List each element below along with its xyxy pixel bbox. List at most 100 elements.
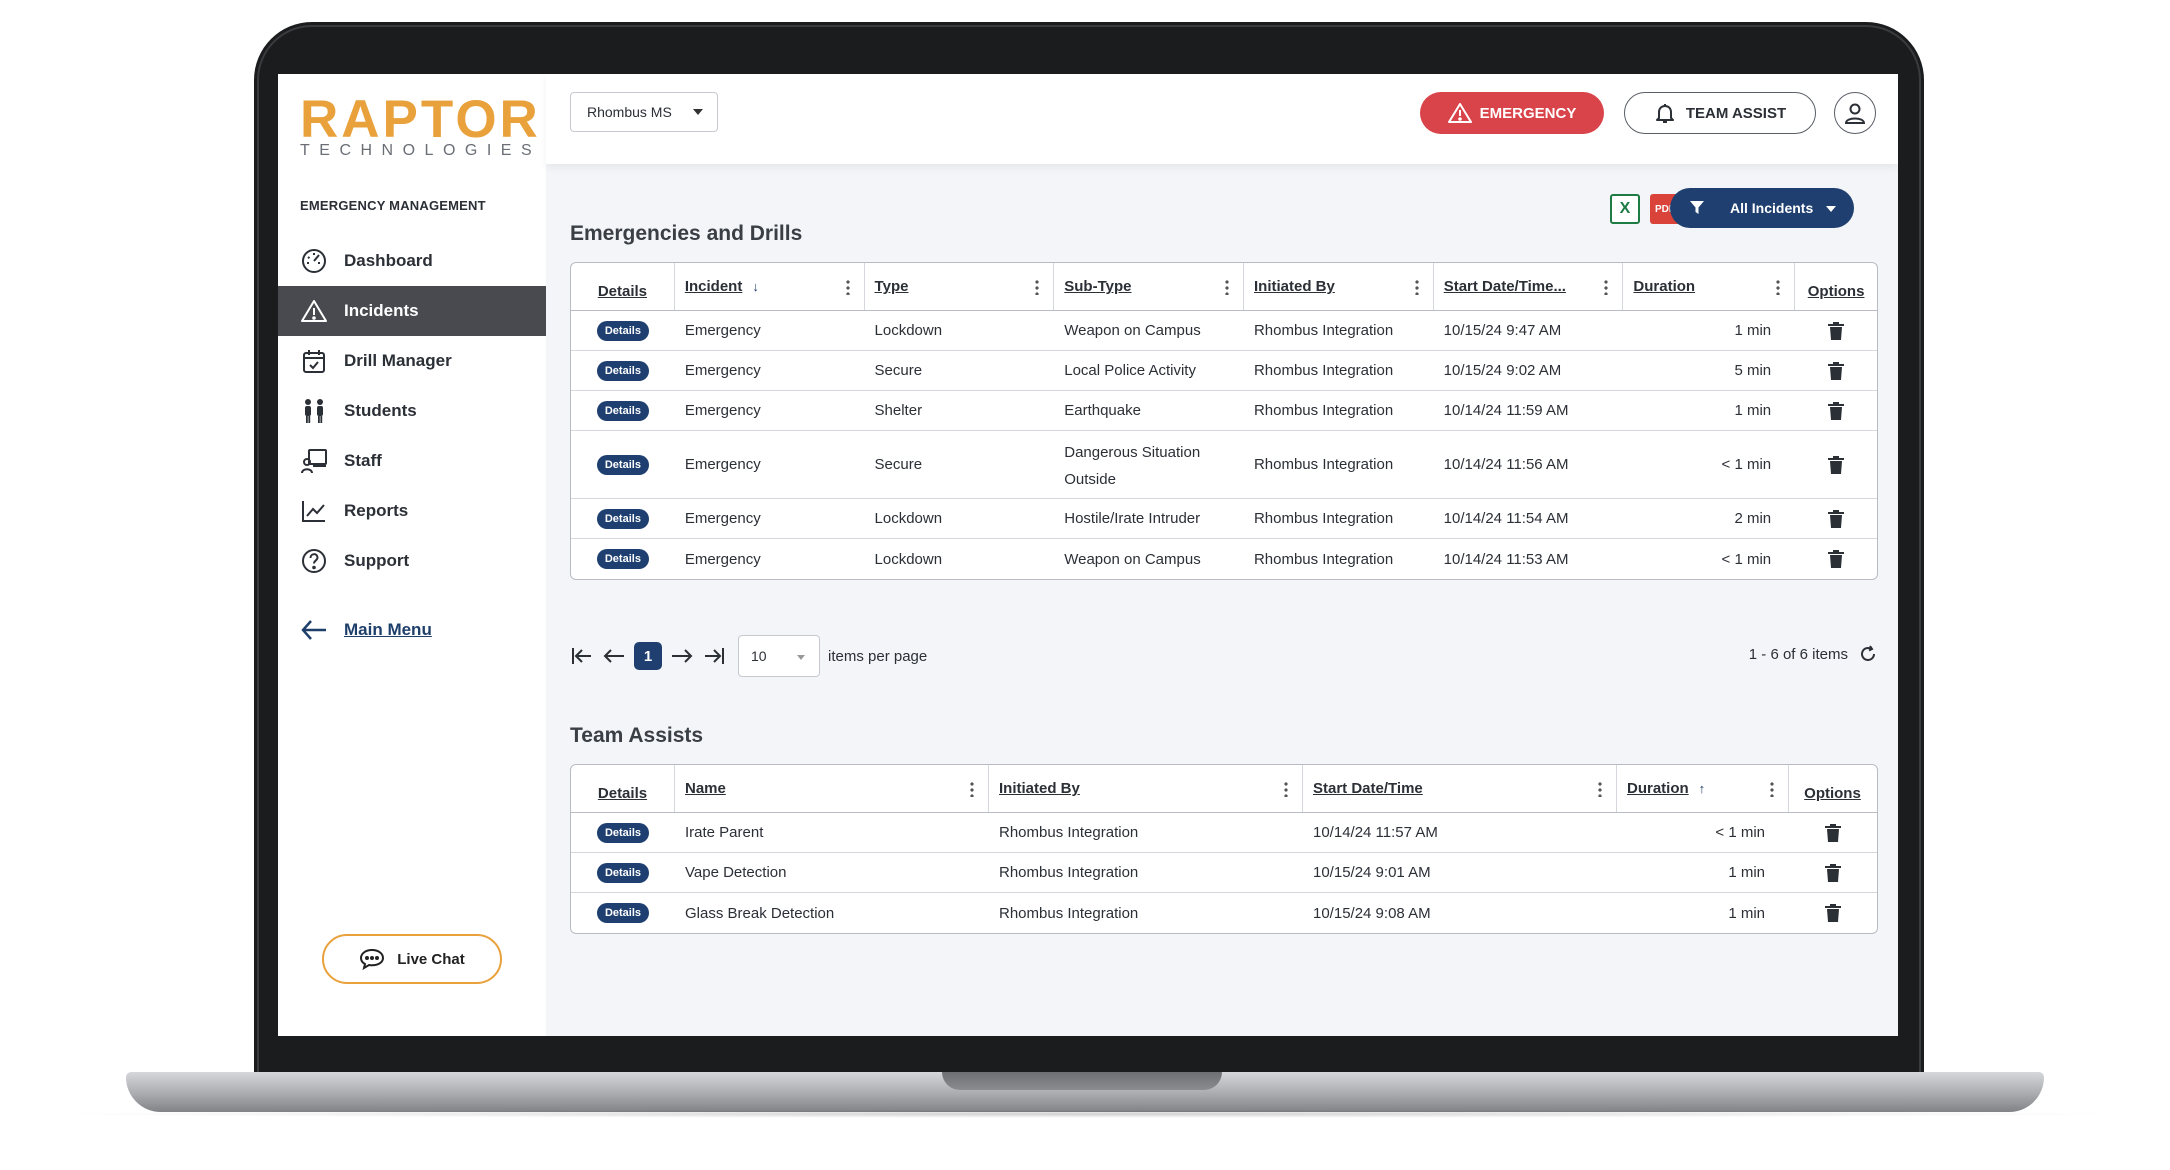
- column-header-subtype[interactable]: Sub-Type: [1054, 263, 1244, 310]
- sidebar-item-dashboard[interactable]: Dashboard: [278, 236, 546, 286]
- last-page-icon[interactable]: [702, 644, 726, 668]
- trash-icon[interactable]: [1824, 823, 1841, 842]
- cell-initiated-by: Rhombus Integration: [1253, 362, 1394, 379]
- items-per-page-value: 10: [751, 648, 767, 664]
- refresh-icon[interactable]: [1858, 644, 1878, 664]
- column-header-initiated-by[interactable]: Initiated By: [989, 765, 1303, 812]
- details-button[interactable]: Details: [596, 508, 649, 529]
- column-menu-icon[interactable]: [1224, 279, 1229, 295]
- sidebar-item-reports[interactable]: Reports: [278, 486, 546, 536]
- column-menu-icon[interactable]: [845, 279, 850, 295]
- cell-start: 10/14/24 11:53 AM: [1443, 550, 1569, 568]
- column-menu-icon[interactable]: [1604, 279, 1609, 295]
- column-menu-icon[interactable]: [1035, 279, 1040, 295]
- column-header-start-date[interactable]: Start Date/Time...: [1434, 263, 1624, 310]
- cell-incident: Emergency: [684, 510, 761, 527]
- details-button[interactable]: Details: [596, 549, 649, 569]
- trash-icon[interactable]: [1828, 455, 1845, 474]
- sidebar-item-support[interactable]: Support: [278, 536, 546, 586]
- incidents-table: Details Incident ↓ Type Sub-Type Initiate…: [570, 262, 1878, 580]
- next-page-icon[interactable]: [670, 644, 694, 668]
- prev-page-icon[interactable]: [602, 644, 626, 668]
- column-header-name[interactable]: Name: [675, 765, 989, 812]
- cell-start: 10/14/24 11:57 AM: [1313, 824, 1438, 841]
- column-header-details[interactable]: Details: [571, 765, 675, 812]
- details-button[interactable]: Details: [597, 862, 649, 883]
- trash-icon[interactable]: [1824, 904, 1841, 922]
- sidebar-item-students[interactable]: Students: [278, 386, 546, 436]
- trash-icon[interactable]: [1824, 863, 1841, 882]
- trash-icon[interactable]: [1828, 321, 1845, 340]
- cell-name: Glass Break Detection: [685, 904, 835, 922]
- table-row: Details Glass Break Detection Rhombus In…: [571, 893, 1877, 933]
- details-button[interactable]: Details: [596, 320, 649, 341]
- cell-type: Secure: [874, 456, 923, 473]
- column-header-initiated-by[interactable]: Initiated By: [1244, 263, 1434, 310]
- help-circle-icon: [302, 549, 326, 573]
- column-header-type[interactable]: Type: [865, 263, 1055, 310]
- trash-icon[interactable]: [1828, 509, 1845, 528]
- cell-duration: 1 min: [1728, 904, 1765, 922]
- column-label: Start Date/Time: [1313, 780, 1423, 797]
- column-label: Initiated By: [999, 780, 1080, 797]
- column-label: Initiated By: [1253, 278, 1335, 295]
- items-per-page-select[interactable]: 10: [738, 635, 820, 677]
- column-header-duration[interactable]: Duration ↑: [1617, 765, 1789, 812]
- raptor-logo[interactable]: RAPTOR TECHNOLOGIES: [300, 92, 541, 160]
- cell-initiated-by: Rhombus Integration: [999, 864, 1139, 881]
- sidebar-item-label: Incidents: [344, 301, 419, 320]
- column-menu-icon[interactable]: [970, 781, 974, 797]
- first-page-icon[interactable]: [570, 644, 594, 668]
- page-number-button[interactable]: 1: [634, 642, 662, 670]
- table-header: Details Incident ↓ Type Sub-Type Initiate…: [571, 263, 1877, 311]
- details-button[interactable]: Details: [597, 903, 649, 923]
- table-row: Details Emergency Lockdown Weapon on Cam…: [571, 311, 1877, 351]
- column-label: Details: [597, 785, 648, 802]
- user-icon: [1844, 103, 1866, 124]
- column-header-duration[interactable]: Duration: [1623, 263, 1796, 310]
- column-menu-icon[interactable]: [1414, 279, 1419, 295]
- emergency-button[interactable]: EMERGENCY: [1420, 92, 1604, 134]
- main-menu-link[interactable]: Main Menu: [300, 618, 432, 642]
- trash-icon[interactable]: [1828, 361, 1845, 380]
- column-menu-icon[interactable]: [1598, 781, 1602, 797]
- live-chat-button[interactable]: Live Chat: [322, 934, 502, 984]
- column-header-details[interactable]: Details: [571, 263, 675, 310]
- column-menu-icon[interactable]: [1770, 781, 1774, 797]
- trash-icon[interactable]: [1828, 401, 1845, 420]
- sidebar-item-label: Students: [344, 401, 417, 420]
- trash-icon[interactable]: [1828, 550, 1845, 568]
- details-button[interactable]: Details: [596, 454, 649, 475]
- all-incidents-filter-button[interactable]: All Incidents: [1670, 188, 1854, 228]
- sidebar-item-label: Support: [344, 551, 410, 570]
- column-label: Type: [874, 278, 909, 295]
- cell-start: 10/15/24 9:47 AM: [1443, 322, 1562, 339]
- excel-export-icon[interactable]: X: [1610, 194, 1640, 224]
- column-header-incident[interactable]: Incident ↓: [675, 263, 865, 310]
- team-assist-button[interactable]: TEAM ASSIST: [1624, 92, 1816, 134]
- sidebar-item-staff[interactable]: Staff: [278, 436, 546, 486]
- cell-initiated-by: Rhombus Integration: [999, 824, 1139, 841]
- school-select[interactable]: Rhombus MS: [570, 92, 718, 132]
- column-header-start-date[interactable]: Start Date/Time: [1303, 765, 1617, 812]
- cell-start: 10/15/24 9:01 AM: [1313, 864, 1431, 881]
- emergency-label: EMERGENCY: [1479, 104, 1577, 122]
- cell-incident: Emergency: [684, 362, 761, 379]
- incidents-heading: Emergencies and Drills: [570, 222, 803, 245]
- column-menu-icon[interactable]: [1776, 279, 1781, 295]
- top-header: Rhombus MS EMERGENCY TEAM ASSIST: [546, 74, 1898, 164]
- sort-down-icon: ↓: [752, 279, 759, 294]
- cell-initiated-by: Rhombus Integration: [1253, 456, 1394, 473]
- column-label: Incident: [684, 278, 743, 295]
- sidebar-item-drill-manager[interactable]: Drill Manager: [278, 336, 546, 386]
- sidebar: RAPTOR TECHNOLOGIES EMERGENCY MANAGEMENT…: [278, 74, 546, 1036]
- column-menu-icon[interactable]: [1284, 781, 1288, 797]
- sidebar-item-incidents[interactable]: Incidents: [278, 286, 546, 336]
- details-button[interactable]: Details: [597, 822, 649, 843]
- details-button[interactable]: Details: [596, 400, 649, 421]
- details-button[interactable]: Details: [596, 360, 649, 381]
- chat-bubble-icon: [360, 948, 385, 970]
- pager-summary: 1 - 6 of 6 items: [1749, 644, 1878, 664]
- user-avatar-button[interactable]: [1834, 92, 1876, 134]
- table-row: Details Emergency Shelter Earthquake Rho…: [571, 391, 1877, 431]
